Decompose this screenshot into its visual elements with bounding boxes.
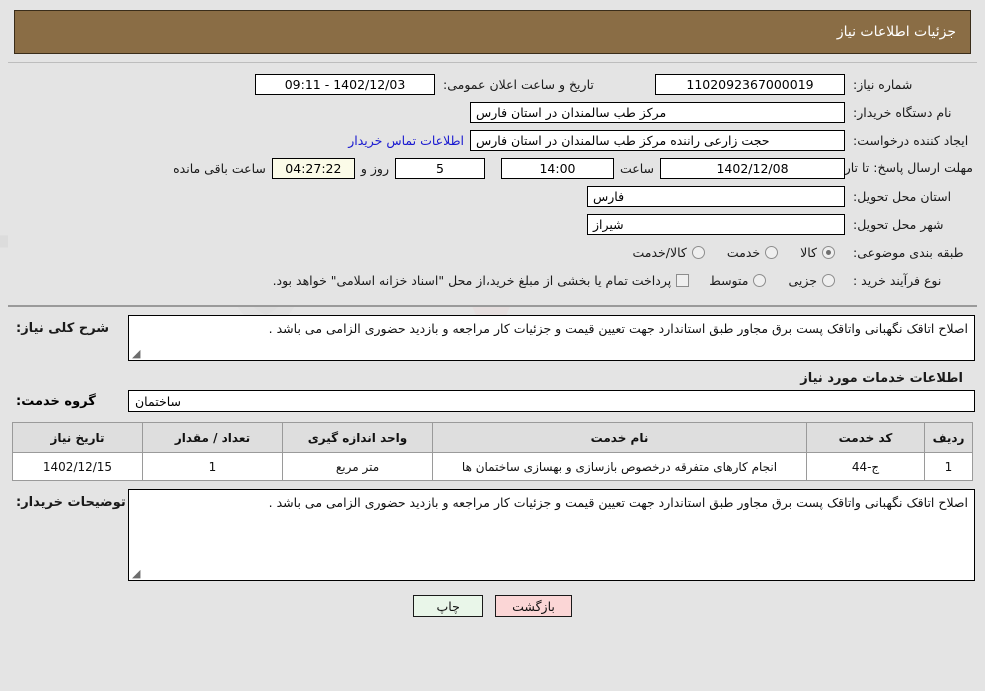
radio-icon[interactable] [765, 245, 779, 259]
buyer-notes-text: اصلاح اتاقک نگهبانی واتاقک پست برق مجاور… [268, 495, 968, 510]
row-province: استان محل تحویل: فارس [12, 183, 973, 209]
cell-radif: 1 [924, 452, 973, 481]
buyer-notes-label: توضیحات خریدار: [16, 495, 126, 510]
services-table: ردیف کد خدمت نام خدمت واحد اندازه گیری ت… [12, 422, 973, 481]
days-word-label: روز و [360, 160, 389, 176]
services-table-wrap: ردیف کد خدمت نام خدمت واحد اندازه گیری ت… [12, 422, 973, 481]
col-header-code: کد خدمت [806, 422, 925, 453]
city-value: شیراز [587, 213, 845, 235]
page-header: جزئیات اطلاعات نیاز [14, 10, 971, 54]
row-process-type: نوع فرآیند خرید : جزیی متوسط پرداخت تمام… [12, 267, 973, 293]
row-need-number: شماره نیاز: 1102092367000019 تاریخ و ساع… [12, 71, 973, 97]
row-buyer-org: نام دستگاه خریدار: مرکز طب سالمندان در ا… [12, 99, 973, 125]
cell-qty: 1 [142, 452, 283, 481]
resize-grip-icon[interactable]: ◢ [132, 568, 140, 579]
col-header-unit: واحد اندازه گیری [282, 422, 433, 453]
buyer-notes-row: اصلاح اتاقک نگهبانی واتاقک پست برق مجاور… [10, 489, 975, 581]
table-header-row: ردیف کد خدمت نام خدمت واحد اندازه گیری ت… [12, 422, 973, 453]
col-header-date: تاریخ نیاز [12, 422, 143, 453]
back-button[interactable]: بازگشت [495, 595, 572, 617]
need-info-panel: شماره نیاز: 1102092367000019 تاریخ و ساع… [8, 62, 977, 307]
deadline-date-value: 1402/12/08 [660, 157, 845, 179]
action-button-bar: بازگشت چاپ [0, 595, 985, 617]
deadline-hour-value: 14:00 [500, 157, 614, 179]
buyer-contact-link[interactable]: اطلاعات تماس خریدار [342, 133, 470, 148]
process-radio-group: جزیی متوسط [699, 273, 845, 288]
buyer-org-label: نام دستگاه خریدار: [853, 104, 952, 120]
page-title: جزئیات اطلاعات نیاز [836, 24, 956, 40]
category-radio-group: کالا خدمت کالا/خدمت [622, 245, 845, 260]
process-radio-motavaset[interactable]: متوسط [699, 273, 776, 288]
radio-icon[interactable] [822, 245, 835, 259]
service-group-label: گروه خدمت: [16, 393, 96, 409]
cell-name: انجام کارهای متفرقه درخصوص بازسازی و بهس… [432, 452, 807, 481]
category-option-label: کالا/خدمت [632, 244, 687, 260]
cell-code: ج-44 [806, 452, 925, 481]
city-label: شهر محل تحویل: [853, 216, 944, 232]
category-label: طبقه بندی موضوعی: [853, 244, 964, 260]
deadline-label: مهلت ارسال پاسخ: تا تاریخ: [828, 159, 973, 175]
cell-unit: متر مربع [282, 452, 433, 481]
treasury-checkbox-item[interactable]: پرداخت تمام یا بخشی از مبلغ خرید،از محل … [263, 273, 700, 288]
checkbox-icon[interactable] [676, 273, 690, 287]
services-section-title: اطلاعات خدمات مورد نیاز [800, 371, 963, 386]
buyer-org-value: مرکز طب سالمندان در استان فارس [470, 101, 845, 123]
resize-grip-icon[interactable]: ◢ [132, 348, 140, 359]
radio-icon[interactable] [822, 273, 835, 287]
countdown-timer: 04:27:22 [271, 157, 355, 179]
service-group-value: ساختمان [128, 390, 975, 412]
col-header-radif: ردیف [924, 422, 973, 453]
radio-icon[interactable] [753, 273, 767, 287]
category-option-label: کالا [800, 244, 817, 260]
print-button[interactable]: چاپ [413, 595, 484, 617]
announce-datetime-label: تاریخ و ساعت اعلان عمومی: [443, 76, 594, 92]
row-category: طبقه بندی موضوعی: کالا خدمت کالا/خدمت [12, 239, 973, 265]
cell-date: 1402/12/15 [12, 452, 143, 481]
general-description-box[interactable]: اصلاح اتاقک نگهبانی واتاقک پست برق مجاور… [128, 315, 975, 361]
province-label: استان محل تحویل: [853, 188, 952, 204]
remaining-suffix-label: ساعت باقی مانده [173, 160, 266, 176]
general-description-text: اصلاح اتاقک نگهبانی واتاقک پست برق مجاور… [268, 321, 968, 336]
col-header-name: نام خدمت [432, 422, 807, 453]
buyer-notes-box[interactable]: اصلاح اتاقک نگهبانی واتاقک پست برق مجاور… [128, 489, 975, 581]
general-description-row: اصلاح اتاقک نگهبانی واتاقک پست برق مجاور… [10, 315, 975, 361]
days-remaining-value: 5 [394, 157, 485, 179]
deadline-hour-label: ساعت [619, 160, 654, 176]
announce-datetime-value: 1402/12/03 - 09:11 [255, 73, 435, 95]
general-description-label: شرح کلی نیاز: [16, 321, 110, 336]
process-label: نوع فرآیند خرید : [853, 272, 942, 288]
category-option-label: خدمت [726, 244, 761, 260]
row-deadline: مهلت ارسال پاسخ: تا تاریخ: 1402/12/08 سا… [12, 155, 973, 181]
table-row: 1 ج-44 انجام کارهای متفرقه درخصوص بازساز… [12, 452, 973, 481]
radio-icon[interactable] [691, 245, 705, 259]
category-radio-kala[interactable]: کالا [790, 245, 845, 260]
process-option-label: متوسط [709, 272, 749, 288]
row-city: شهر محل تحویل: شیراز [12, 211, 973, 237]
row-creator: ایجاد کننده درخواست: حجت زارعی راننده مر… [12, 127, 973, 153]
need-number-value: 1102092367000019 [655, 73, 845, 95]
need-number-label: شماره نیاز: [853, 76, 913, 92]
process-radio-jozei[interactable]: جزیی [778, 273, 845, 288]
treasury-note-label: پرداخت تمام یا بخشی از مبلغ خرید،از محل … [272, 272, 672, 288]
col-header-qty: تعداد / مقدار [142, 422, 283, 453]
creator-label: ایجاد کننده درخواست: [853, 132, 969, 148]
page-root: AriaTender .net جزئیات اطلاعات نیاز شمار… [0, 10, 985, 691]
category-radio-kala-khedmat[interactable]: کالا/خدمت [622, 245, 714, 260]
category-radio-khedmat[interactable]: خدمت [717, 245, 788, 260]
service-group-row: ساختمان گروه خدمت: [10, 390, 975, 412]
process-option-label: جزیی [788, 272, 817, 288]
creator-value: حجت زارعی راننده مرکز طب سالمندان در است… [470, 129, 845, 151]
province-value: فارس [587, 185, 845, 207]
